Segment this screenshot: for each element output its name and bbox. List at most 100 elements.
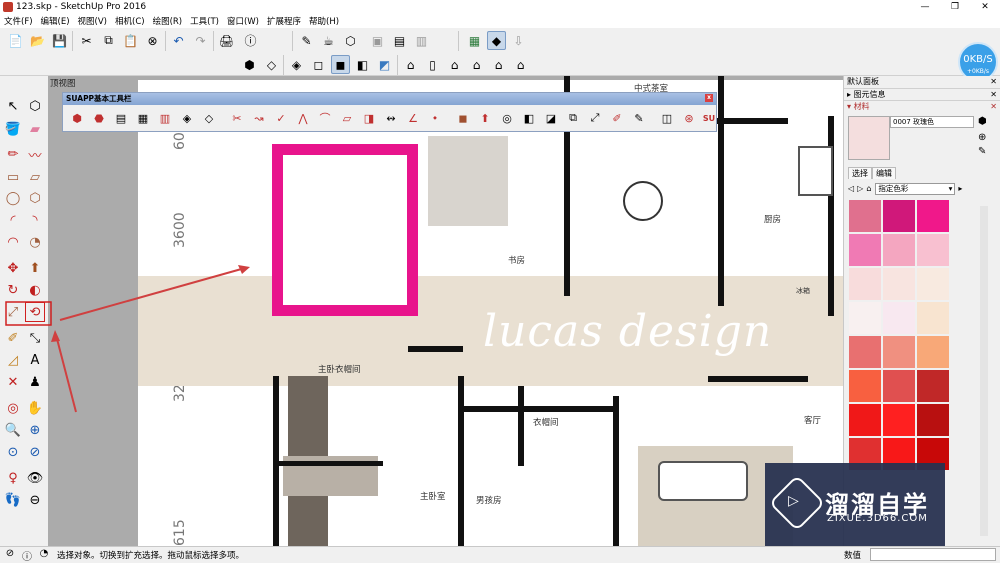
sketch-style-icon[interactable]: ✎ [297,31,316,50]
suapp-brand-icon[interactable]: SU [701,110,717,126]
rotate-icon[interactable]: ↻ [3,280,23,300]
suapp-mirror-icon[interactable]: ⧉ [565,110,581,126]
materials-section[interactable]: ▾ 材料 ✕ [844,100,1000,112]
suapp-ring-icon[interactable]: ◎ [499,110,515,126]
arc-icon[interactable]: ◜ [3,210,23,230]
suapp-roof-icon[interactable]: ⌒ [317,110,333,126]
text-icon[interactable]: A [25,350,45,370]
copy-icon[interactable]: ⧉ [99,31,118,50]
material-library-dropdown[interactable]: 指定色彩 ▾ [875,182,956,195]
xray-icon[interactable]: ◈ [287,55,306,74]
redo-icon[interactable]: ↷ [191,31,210,50]
color-swatch[interactable] [883,268,915,300]
suapp-window-icon[interactable]: ▤ [113,110,129,126]
three-point-arc-icon[interactable]: ◠ [3,232,23,252]
entity-info-section[interactable]: ▸ 图元信息 ✕ [844,88,1000,100]
swatch-scrollbar[interactable] [980,206,988,536]
select-icon[interactable]: ↖ [3,96,23,116]
maximize-button[interactable]: ❐ [940,0,970,14]
color-swatch[interactable] [917,370,949,402]
circle-icon[interactable]: ◯ [3,188,23,208]
suapp-stairs-icon[interactable]: ▥ [157,110,173,126]
tab-edit[interactable]: 编辑 [872,167,896,179]
suapp-brush-icon[interactable]: ✐ [609,110,625,126]
shaded-textures-icon[interactable]: ◧ [353,55,372,74]
suapp-close-icon[interactable]: x [705,94,713,102]
suapp-cube-icon[interactable]: ◧ [521,110,537,126]
suapp-arc-icon[interactable]: ↭ [383,110,399,126]
color-swatch[interactable] [917,302,949,334]
extension-warehouse-icon[interactable]: ◆ [487,31,506,50]
menu-draw[interactable]: 绘图(R) [153,15,183,27]
color-swatch[interactable] [883,370,915,402]
undo-icon[interactable]: ↶ [169,31,188,50]
suapp-line-icon[interactable]: ◈ [179,110,195,126]
color-swatch[interactable] [917,268,949,300]
protractor-icon[interactable]: ◿ [3,350,23,370]
component-icon[interactable]: ▣ [368,31,387,50]
rectangle-icon[interactable]: ▭ [3,167,23,187]
house-view-icon[interactable]: ⌂ [511,55,530,74]
details-arrow-icon[interactable]: ▸ [958,184,962,193]
measurements-input[interactable] [870,548,996,561]
suapp-box-icon[interactable]: ◼ [455,110,471,126]
axes-icon[interactable]: ✕ [3,372,23,392]
front-view-icon[interactable]: ⌂ [401,55,420,74]
geolocation-icon[interactable]: ⊘ [3,548,17,562]
new-file-icon[interactable]: 📄 [6,31,25,50]
suapp-pen-icon[interactable]: ✎ [631,110,647,126]
move-icon[interactable]: ✥ [3,258,23,278]
color-swatch[interactable] [917,200,949,232]
bottom-view-icon[interactable]: ⌂ [489,55,508,74]
previous-view-icon[interactable]: ⊘ [25,442,45,462]
scene-icon[interactable]: ▤ [390,31,409,50]
line-icon[interactable]: ✏ [3,144,23,164]
shaded-icon[interactable]: ◼ [331,55,350,74]
sample-paint-icon[interactable]: ✎ [978,146,986,157]
suapp-angle-icon[interactable]: ∠ [405,110,421,126]
section-plane-icon[interactable]: ⊖ [25,490,45,510]
menu-help[interactable]: 帮助(H) [309,15,339,27]
suapp-extrude-icon[interactable]: ⬆ [477,110,493,126]
tape-measure-icon[interactable]: ✐ [3,328,23,348]
orbit-icon[interactable]: ◎ [3,398,23,418]
suapp-check-icon[interactable]: ✓ [273,110,289,126]
model-viewport[interactable]: 顶视图 书房 厨房 主卧衣帽间 衣帽间 主卧室 男孩房 客厅 中式茶室 冰箱 3… [48,76,843,546]
color-swatch[interactable] [849,234,881,266]
selected-rectangle[interactable] [272,144,418,316]
materials-close-icon[interactable]: ✕ [990,101,997,113]
erase-icon[interactable]: ⊗ [143,31,162,50]
pan-icon[interactable]: ✋ [25,398,45,418]
color-swatch[interactable] [849,268,881,300]
suapp-resize-icon[interactable]: ⤢ [587,110,603,126]
tray-close-icon[interactable]: ✕ [990,76,997,88]
color-swatch[interactable] [849,404,881,436]
model-info-icon[interactable]: ⓘ [241,31,260,50]
wireframe-icon[interactable]: ◻ [309,55,328,74]
eraser-icon[interactable]: ▰ [25,119,45,139]
suapp-layout-icon[interactable]: ◫ [659,110,675,126]
suapp-wall-icon[interactable]: ⬢ [69,110,85,126]
suapp-offset-icon[interactable]: ◨ [361,110,377,126]
suapp-weld-icon[interactable]: ⋀ [295,110,311,126]
back-arrow-icon[interactable]: ◁ [848,184,854,193]
color-swatch[interactable] [849,302,881,334]
minimize-button[interactable]: — [910,0,940,14]
color-swatch[interactable] [883,302,915,334]
polygon-icon[interactable]: ⬡ [25,188,45,208]
suapp-point-icon[interactable]: ⬩ [427,110,443,126]
print-icon[interactable]: 🖨 [217,31,236,50]
display-secondary-icon[interactable]: ⬢ [978,116,987,127]
pie-icon[interactable]: ◔ [25,232,45,252]
look-around-icon[interactable]: 👁 [25,468,45,488]
style-icon[interactable]: ⬡ [341,31,360,50]
color-swatch[interactable] [883,200,915,232]
paint-bucket-icon[interactable]: 🪣 [3,119,23,139]
teapot-icon[interactable]: ☕ [319,31,338,50]
menu-window[interactable]: 窗口(W) [227,15,259,27]
tab-select[interactable]: 选择 [848,167,872,179]
menu-view[interactable]: 视图(V) [78,15,107,27]
scale-icon[interactable]: ⤢ [3,302,23,322]
walk-icon[interactable]: 👣 [3,490,23,510]
suapp-slab-icon[interactable]: ◇ [201,110,217,126]
